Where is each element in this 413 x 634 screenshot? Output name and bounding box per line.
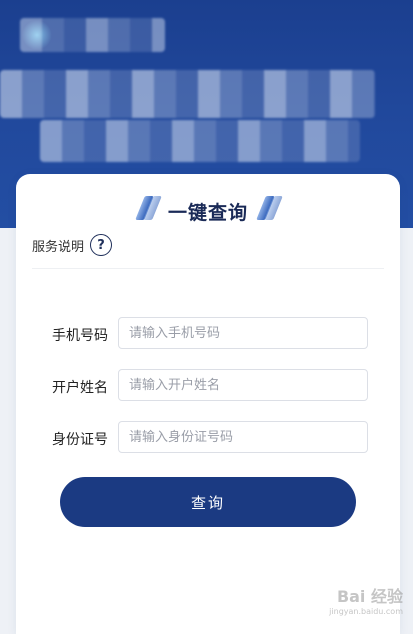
blurred-banner-text bbox=[0, 70, 375, 118]
service-description[interactable]: 服务说明 ? bbox=[32, 234, 113, 256]
phone-input[interactable] bbox=[118, 317, 368, 349]
card-title: 一键查询 bbox=[167, 202, 248, 224]
help-icon[interactable]: ? bbox=[90, 234, 113, 256]
blurred-banner-subtext bbox=[40, 120, 360, 162]
phone-row: 手机号码 bbox=[16, 317, 400, 351]
id-row: 身份证号 bbox=[16, 421, 400, 455]
name-input[interactable] bbox=[118, 369, 368, 401]
service-description-label: 服务说明 bbox=[32, 239, 85, 255]
watermark-brand: Bai 经验 bbox=[336, 587, 403, 606]
watermark: Bai 经验 jingyan.baidu.com bbox=[329, 583, 403, 616]
query-card: 一键查询 服务说明 ? 手机号码 开户姓名 身份证号 查询 bbox=[16, 174, 400, 634]
query-button[interactable]: 查询 bbox=[60, 477, 356, 527]
divider bbox=[32, 268, 384, 269]
id-label: 身份证号 bbox=[52, 432, 108, 448]
id-input[interactable] bbox=[118, 421, 368, 453]
name-row: 开户姓名 bbox=[16, 369, 400, 403]
blurred-logo bbox=[20, 18, 165, 52]
name-label: 开户姓名 bbox=[52, 380, 108, 396]
watermark-url: jingyan.baidu.com bbox=[329, 607, 403, 616]
phone-label: 手机号码 bbox=[52, 328, 108, 344]
